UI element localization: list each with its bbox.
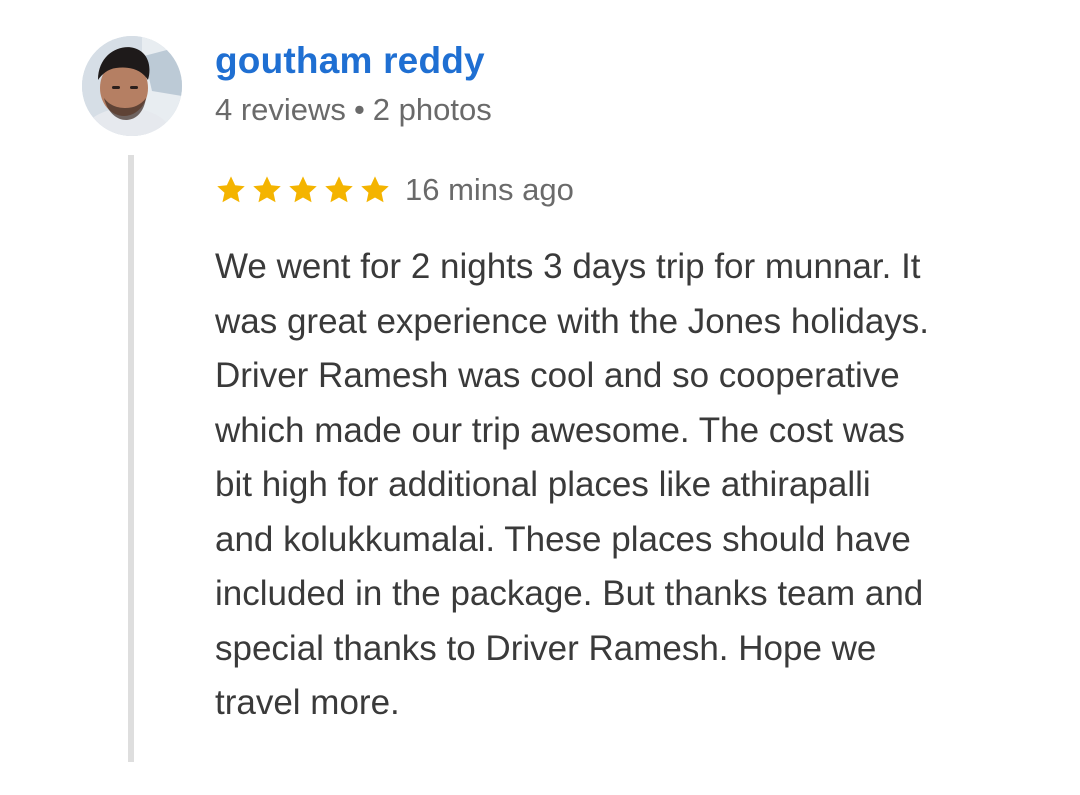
review-text-line: special thanks to Driver Ramesh. Hope we [215, 628, 877, 668]
review-text-line: included in the package. But thanks team… [215, 574, 924, 613]
star-icon [287, 174, 319, 206]
review-text-line: was great experience with the Jones holi… [215, 301, 930, 341]
review-text-line: We went for 2 nights 3 days trip for mun… [215, 247, 921, 286]
avatar-photo [82, 36, 182, 136]
reviewer-meta: 4 reviews • 2 photos [215, 92, 492, 128]
star-icon [359, 174, 391, 206]
review-left-rule [128, 155, 134, 762]
review-text-line: and kolukkumalai. These places should ha… [215, 519, 911, 559]
star-icon [215, 174, 247, 206]
reviewer-avatar[interactable] [82, 36, 182, 136]
review-text-line: travel more. [215, 683, 400, 722]
meta-separator: • [353, 92, 365, 127]
review-text-line: which made our trip awesome. The cost wa… [215, 410, 905, 450]
star-rating [215, 174, 391, 206]
review-text-line: Driver Ramesh was cool and so cooperativ… [215, 356, 900, 395]
photo-count: 2 photos [372, 92, 492, 127]
review-text: We went for 2 nights 3 days trip for mun… [215, 240, 1045, 731]
star-icon [251, 174, 283, 206]
review-count: 4 reviews [215, 92, 346, 127]
review-timestamp: 16 mins ago [405, 172, 574, 207]
rating-row: 16 mins ago [215, 170, 574, 210]
reviewer-name[interactable]: goutham reddy [215, 40, 485, 82]
review-text-line: bit high for additional places like athi… [215, 465, 871, 504]
star-icon [323, 174, 355, 206]
